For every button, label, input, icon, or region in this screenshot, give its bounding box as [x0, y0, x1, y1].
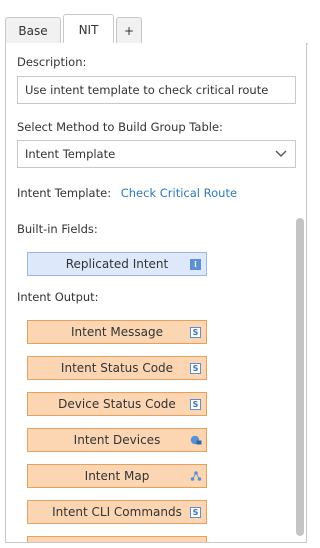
add-tab-button[interactable]: + — [116, 17, 142, 43]
nit-panel: Description: Use intent template to chec… — [5, 43, 307, 543]
builtin-fields-label: Built-in Fields: — [17, 222, 98, 236]
device-type-icon — [190, 434, 202, 445]
field-label: Device Status Code — [58, 397, 176, 411]
output-field-intent-status-code[interactable]: Intent Status Code S — [27, 356, 207, 380]
output-field-intent-devices[interactable]: Intent Devices — [27, 428, 207, 452]
builtin-field-replicated-intent[interactable]: Replicated Intent i — [27, 252, 207, 276]
output-field-intent-map[interactable]: Intent Map — [27, 464, 207, 488]
map-type-icon — [190, 470, 202, 481]
chevron-down-icon — [274, 147, 288, 161]
method-label: Select Method to Build Group Table: — [17, 120, 223, 134]
string-type-icon: S — [190, 399, 201, 410]
intent-template-label: Intent Template: — [17, 186, 112, 200]
method-select-value: Intent Template — [25, 147, 116, 161]
field-label: Intent CLI Commands — [52, 505, 182, 519]
string-type-icon: S — [190, 363, 201, 374]
output-field-device-status-code[interactable]: Device Status Code S — [27, 392, 207, 416]
tab-bar: Base NIT + — [0, 0, 308, 44]
intent-template-row: Intent Template: Check Critical Route — [17, 186, 237, 200]
output-field-intent-cli-commands[interactable]: Intent CLI Commands S — [27, 500, 207, 524]
string-type-icon: S — [190, 507, 201, 518]
info-icon: i — [190, 259, 201, 270]
description-field[interactable]: Use intent template to check critical ro… — [17, 76, 296, 104]
intent-output-label: Intent Output: — [17, 290, 99, 304]
method-select[interactable]: Intent Template — [17, 140, 296, 168]
field-label: Replicated Intent — [65, 257, 169, 271]
field-label: Intent Status Code — [60, 361, 174, 375]
field-label: Intent Map — [84, 469, 150, 483]
description-label: Description: — [17, 55, 87, 69]
output-field-partial[interactable] — [27, 536, 207, 542]
tab-base[interactable]: Base — [5, 17, 61, 43]
scrollbar-thumb[interactable] — [296, 218, 304, 536]
intent-template-link[interactable]: Check Critical Route — [121, 186, 237, 200]
string-type-icon: S — [190, 327, 201, 338]
output-field-intent-message[interactable]: Intent Message S — [27, 320, 207, 344]
tab-nit[interactable]: NIT — [63, 14, 114, 44]
field-label: Intent Message — [71, 325, 163, 339]
field-label: Intent Devices — [73, 433, 161, 447]
